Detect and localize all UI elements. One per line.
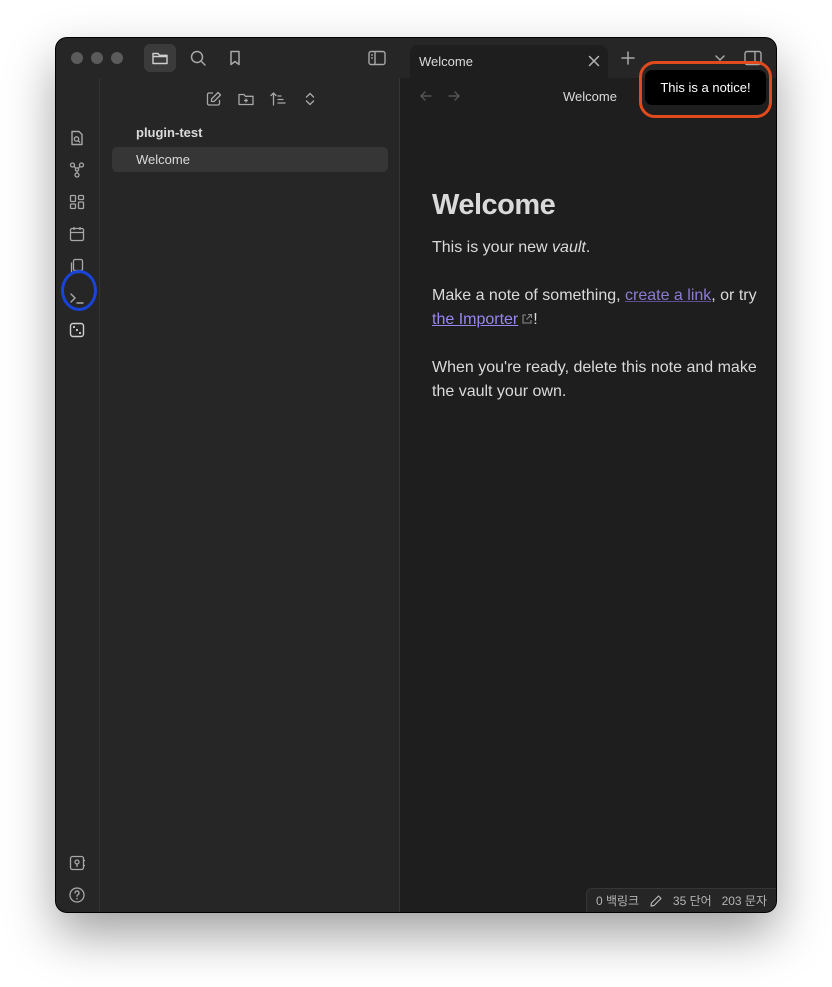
char-count: 203 문자 (721, 894, 768, 908)
external-link-icon (521, 313, 533, 325)
note-heading: Welcome (432, 189, 556, 221)
file-label: Welcome (136, 152, 190, 167)
word-count: 35 단어 (672, 894, 712, 908)
vault-switcher-icon[interactable] (67, 853, 87, 873)
close-window-button[interactable] (71, 52, 83, 64)
sort-icon (269, 90, 287, 108)
file-explorer-button[interactable] (144, 44, 176, 72)
bookmarks-button[interactable] (219, 44, 251, 72)
note-content[interactable]: Welcome This is your new vault. Make a n… (432, 188, 762, 404)
notice-toast[interactable]: This is a notice! (645, 70, 766, 105)
paragraph-2: Make a note of something, create a link,… (432, 284, 762, 332)
backlinks-count[interactable]: 0 백링크 (596, 892, 639, 909)
maximize-window-button[interactable] (111, 52, 123, 64)
paragraph-1: This is your new vault. (432, 236, 762, 260)
text-span: This is your new (432, 239, 553, 256)
quick-switcher-icon[interactable] (67, 128, 87, 148)
text-span: ! (533, 311, 538, 328)
status-bar: 0 백링크 35 단어 203 문자 (586, 888, 776, 912)
graph-view-icon[interactable] (67, 160, 87, 180)
close-tab-icon[interactable] (586, 53, 602, 69)
new-folder-button[interactable] (235, 88, 257, 110)
ribbon (56, 78, 100, 912)
app-window: Welcome plugin-test Welcome Welcome Welc… (56, 38, 776, 912)
new-tab-button[interactable] (612, 44, 644, 72)
new-note-icon (205, 90, 223, 108)
text-span: . (585, 239, 591, 256)
search-icon (189, 49, 207, 67)
dice-icon-highlight-ring (61, 270, 97, 311)
plus-icon (620, 50, 636, 66)
tab-welcome[interactable]: Welcome (410, 45, 608, 78)
file-explorer-panel: plugin-test Welcome (100, 78, 400, 912)
text-span: , or try (711, 287, 757, 304)
minimize-window-button[interactable] (91, 52, 103, 64)
file-item-welcome[interactable]: Welcome (112, 147, 388, 172)
collapse-expand-icon (301, 90, 319, 108)
sidebar-toggle-icon (367, 49, 387, 67)
random-note-dice-icon[interactable] (67, 320, 87, 340)
left-sidebar-toggle-button[interactable] (361, 44, 393, 72)
emphasis-text: vault (552, 239, 586, 256)
vault-name[interactable]: plugin-test (136, 125, 202, 140)
editor-view: Welcome Welcome This is your new vault. … (400, 78, 776, 912)
text-span: Make a note of something, (432, 287, 625, 304)
sort-button[interactable] (267, 88, 289, 110)
internal-link[interactable]: create a link (625, 287, 711, 304)
help-icon[interactable] (67, 885, 87, 905)
external-link[interactable]: the Importer (432, 311, 518, 328)
search-button[interactable] (182, 44, 214, 72)
new-note-button[interactable] (203, 88, 225, 110)
paragraph-3: When you're ready, delete this note and … (432, 359, 757, 400)
daily-note-icon[interactable] (67, 224, 87, 244)
canvas-icon[interactable] (67, 192, 87, 212)
new-folder-icon (237, 90, 255, 108)
files-icon (151, 49, 169, 67)
collapse-expand-button[interactable] (299, 88, 321, 110)
pencil-icon[interactable] (649, 894, 663, 908)
tab-title: Welcome (419, 54, 473, 69)
bookmark-icon (226, 49, 244, 67)
